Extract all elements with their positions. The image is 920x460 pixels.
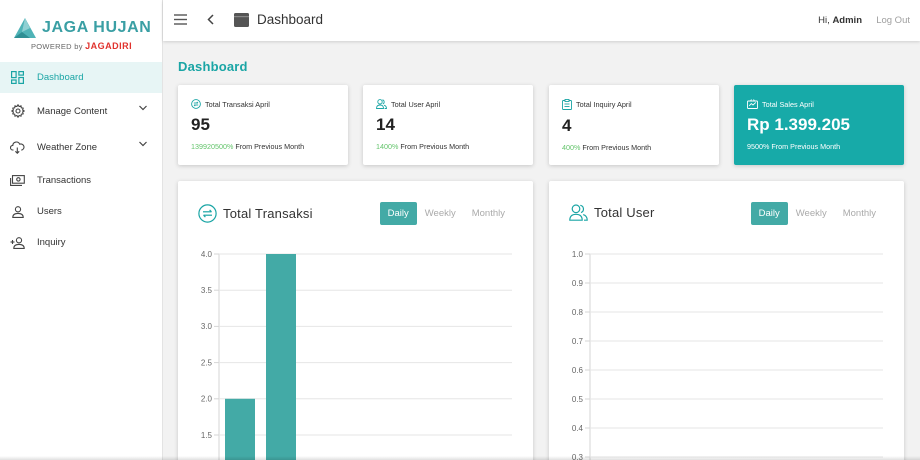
stat-value: 14 xyxy=(376,115,395,134)
user-greeting: Hi, Admin xyxy=(818,15,862,26)
stat-label: Total Inquiry April xyxy=(576,100,632,109)
stat-value: Rp 1.399.205 xyxy=(747,115,851,134)
y-tick-label: 0.5 xyxy=(572,395,584,404)
chevron-down-icon xyxy=(139,105,147,111)
stat-foot-text: From Previous Month xyxy=(582,143,652,152)
sidebar-nav: Dashboard Manage Content Weather Zone Tr… xyxy=(0,62,162,258)
sidebar-item-users[interactable]: Users xyxy=(0,196,162,227)
sidebar-item-label: Dashboard xyxy=(37,72,84,83)
y-tick-label: 3.5 xyxy=(201,286,213,295)
exchange-icon xyxy=(191,99,201,109)
sidebar-item-weather-zone[interactable]: Weather Zone xyxy=(0,129,162,165)
y-tick-label: 3.0 xyxy=(201,322,213,331)
stat-percent: 1400% xyxy=(376,142,399,151)
stat-label-row: Total Transaksi April xyxy=(191,99,348,109)
chevron-down-icon xyxy=(139,141,147,147)
bottom-shadow xyxy=(0,456,920,460)
stat-value: 95 xyxy=(191,115,210,134)
top-bar: Dashboard Hi, Admin Log Out xyxy=(163,0,920,41)
users-icon xyxy=(376,99,387,109)
page-title: Dashboard xyxy=(178,59,248,74)
stat-card-transaksi: Total Transaksi April 95 139920500% From… xyxy=(178,85,348,165)
user-add-icon xyxy=(10,235,25,250)
sidebar-item-label: Users xyxy=(37,206,62,217)
y-tick-label: 2.0 xyxy=(201,395,213,404)
chart-panel-user: Total User Daily Weekly Monthly 0.30.40.… xyxy=(549,181,904,460)
dashboard-icon xyxy=(10,70,25,85)
stat-card-inquiry: Total Inquiry April 4 400% From Previous… xyxy=(549,85,719,165)
sales-icon xyxy=(747,99,758,109)
y-tick-label: 1.0 xyxy=(572,250,584,259)
stat-label-row: Total Inquiry April xyxy=(562,99,719,110)
stat-percent: 139920500% xyxy=(191,142,234,151)
gear-icon xyxy=(10,104,25,119)
bar[interactable] xyxy=(225,398,255,460)
stat-card-user: Total User April 14 1400% From Previous … xyxy=(363,85,533,165)
stat-label: Total Transaksi April xyxy=(205,99,270,109)
y-tick-label: 0.4 xyxy=(572,424,584,433)
y-tick-label: 2.5 xyxy=(201,358,213,367)
powered-brand: JAGADIRI xyxy=(85,41,133,51)
y-tick-label: 0.8 xyxy=(572,308,584,317)
sidebar-item-manage-content[interactable]: Manage Content xyxy=(0,93,162,129)
cash-icon xyxy=(10,173,25,188)
y-tick-label: 0.9 xyxy=(572,279,584,288)
stat-percent: 9500% xyxy=(747,142,770,151)
clipboard-icon xyxy=(562,99,572,110)
stat-label: Total Sales April xyxy=(762,99,814,109)
user-icon xyxy=(10,204,25,219)
cloud-icon xyxy=(10,140,25,155)
chart-panel-transaksi: Total Transaksi Daily Weekly Monthly 1.5… xyxy=(178,181,533,460)
y-tick-label: 4.0 xyxy=(201,250,213,259)
stat-foot: 139920500% From Previous Month xyxy=(191,142,348,151)
brand-name: JAGA HUJAN xyxy=(42,19,152,36)
logo-mark-icon xyxy=(14,18,36,38)
stat-foot-text: From Previous Month xyxy=(771,142,841,151)
stat-foot: 9500% From Previous Month xyxy=(747,142,904,151)
brand-logo[interactable]: JAGA HUJAN POWERED by JAGADIRI xyxy=(0,0,162,58)
bar-chart-user: 0.30.40.50.60.70.80.91.0 xyxy=(572,250,883,460)
menu-icon[interactable] xyxy=(174,14,187,25)
sidebar-item-label: Transactions xyxy=(37,175,92,186)
powered-by-text: POWERED by xyxy=(31,42,83,51)
logout-link[interactable]: Log Out xyxy=(876,15,910,26)
stat-label-row: Total User April xyxy=(376,99,533,109)
stat-foot-text: From Previous Month xyxy=(400,142,470,151)
stat-foot: 400% From Previous Month xyxy=(562,143,719,152)
top-bar-title: Dashboard xyxy=(257,12,324,27)
stat-label-row: Total Sales April xyxy=(747,99,904,109)
stat-value: 4 xyxy=(562,116,572,135)
sidebar-item-inquiry[interactable]: Inquiry xyxy=(0,227,162,258)
stat-foot-text: From Previous Month xyxy=(235,142,305,151)
stat-card-sales: Total Sales April Rp 1.399.205 9500% Fro… xyxy=(734,85,904,165)
stat-label: Total User April xyxy=(391,99,441,109)
y-tick-label: 1.5 xyxy=(201,431,213,440)
bar-chart-transaksi: 1.5 2.0 2.5 3.0 3.5 4.0 xyxy=(201,250,512,460)
user-name: Admin xyxy=(832,15,862,26)
sidebar-item-label: Weather Zone xyxy=(37,141,98,153)
sidebar: JAGA HUJAN POWERED by JAGADIRI Dashboard… xyxy=(0,0,163,460)
y-tick-label: 0.7 xyxy=(572,337,584,346)
sidebar-item-label: Manage Content xyxy=(37,105,108,117)
bar[interactable] xyxy=(266,254,296,460)
sidebar-item-label: Inquiry xyxy=(37,237,66,248)
back-chevron-icon[interactable] xyxy=(207,14,215,25)
y-tick-label: 0.6 xyxy=(572,366,584,375)
folder-icon xyxy=(234,13,249,27)
sidebar-item-dashboard[interactable]: Dashboard xyxy=(0,62,162,93)
sidebar-item-transactions[interactable]: Transactions xyxy=(0,165,162,196)
brand-powered-by: POWERED by JAGADIRI xyxy=(31,41,132,51)
stat-percent: 400% xyxy=(562,143,581,152)
stat-foot: 1400% From Previous Month xyxy=(376,142,533,151)
greeting-text: Hi, xyxy=(818,15,830,26)
